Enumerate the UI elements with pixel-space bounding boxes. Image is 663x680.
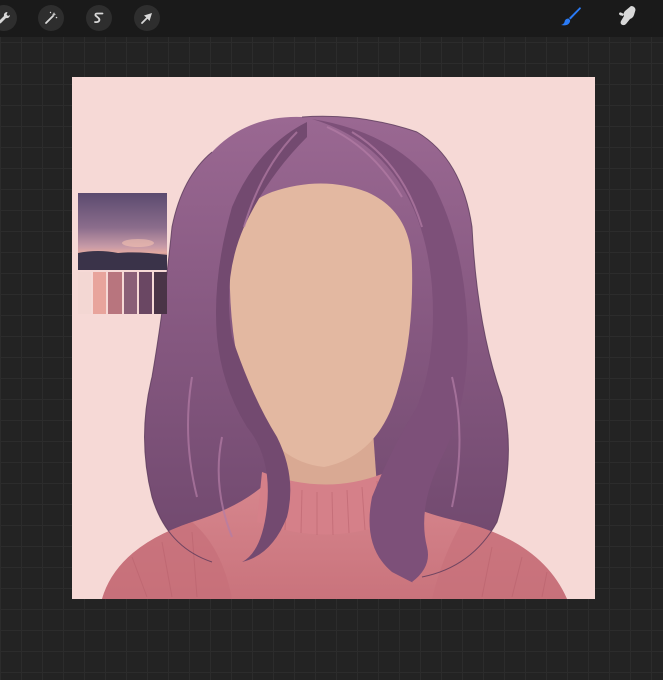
actions-button[interactable] bbox=[0, 5, 17, 31]
arrow-cursor-icon bbox=[139, 10, 155, 26]
palette-swatch bbox=[123, 272, 137, 314]
transform-button[interactable] bbox=[134, 5, 160, 31]
palette-swatch bbox=[153, 272, 168, 314]
palette-swatch bbox=[93, 272, 107, 314]
wrench-icon bbox=[0, 10, 12, 26]
adjustments-button[interactable] bbox=[38, 5, 64, 31]
palette-swatch bbox=[108, 272, 122, 314]
top-toolbar bbox=[0, 0, 663, 37]
smudge-button[interactable] bbox=[614, 5, 640, 31]
drawing-canvas[interactable] bbox=[72, 77, 595, 599]
procreate-app bbox=[0, 0, 663, 680]
color-palette bbox=[78, 272, 168, 314]
palette-swatch bbox=[78, 272, 92, 314]
artwork-illustration bbox=[102, 115, 567, 599]
palette-swatch bbox=[138, 272, 152, 314]
magic-wand-icon bbox=[43, 10, 59, 26]
reference-photo bbox=[78, 193, 167, 270]
selection-button[interactable] bbox=[86, 5, 112, 31]
smudge-finger-icon bbox=[615, 4, 639, 32]
brush-icon bbox=[559, 4, 583, 32]
selection-s-icon bbox=[91, 10, 107, 26]
paint-brush-button[interactable] bbox=[558, 5, 584, 31]
